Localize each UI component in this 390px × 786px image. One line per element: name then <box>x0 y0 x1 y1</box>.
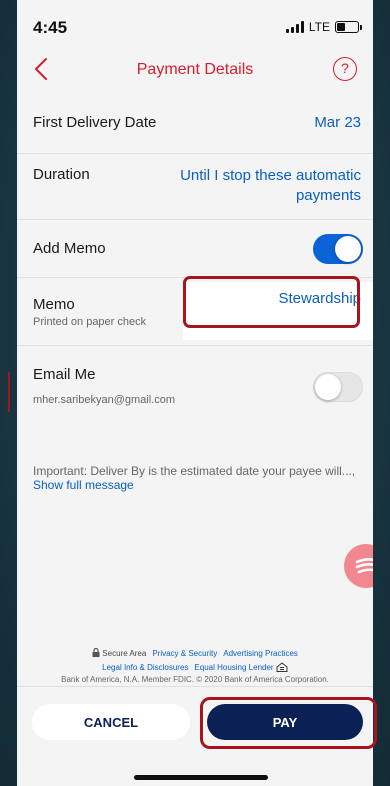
signal-icon <box>285 21 304 33</box>
duration-value-line2: payments <box>295 187 361 204</box>
question-circle-icon: ? <box>341 60 349 76</box>
phone-screen: 4:45 LTE Payment Details ? First Deliver… <box>17 0 373 786</box>
memo-sublabel: Printed on paper check <box>33 316 147 328</box>
network-type: LTE <box>308 20 330 34</box>
row-memo: Memo Printed on paper check Stewardship <box>17 278 373 346</box>
memo-label: Memo <box>33 296 75 313</box>
first-delivery-label: First Delivery Date <box>33 114 157 131</box>
privacy-security-link[interactable]: Privacy & Security <box>152 649 217 658</box>
add-memo-toggle[interactable] <box>313 234 363 264</box>
page-title: Payment Details <box>136 61 254 78</box>
home-indicator <box>134 775 268 780</box>
advertising-practices-link[interactable]: Advertising Practices <box>223 649 298 658</box>
duration-value[interactable]: Until I stop these automatic payments <box>180 166 361 206</box>
email-me-label: Email Me <box>33 366 96 383</box>
email-address: mher.saribekyan@gmail.com <box>33 394 175 406</box>
row-first-delivery-date[interactable]: First Delivery Date Mar 23 <box>17 92 373 154</box>
equal-housing-link[interactable]: Equal Housing Lender <box>194 662 288 672</box>
show-full-message-link[interactable]: Show full message <box>33 478 134 492</box>
secure-area: Secure Area <box>92 647 146 658</box>
row-email-me: Email Me mher.saribekyan@gmail.com <box>17 346 373 426</box>
footer-line-2: Legal Info & Disclosures Equal Housing L… <box>17 660 373 674</box>
first-delivery-value[interactable]: Mar 23 <box>314 114 361 131</box>
row-add-memo: Add Memo <box>17 220 373 278</box>
footer-line-1: Secure Area Privacy & Security Advertisi… <box>17 646 373 660</box>
important-notice: Important: Deliver By is the estimated d… <box>33 464 363 492</box>
toggle-knob <box>315 374 341 400</box>
navigation-bar: Payment Details ? <box>17 48 373 92</box>
legal-notice: Bank of America, N.A. Member FDIC. © 202… <box>61 675 329 684</box>
status-indicators: LTE <box>285 20 362 34</box>
action-bar: CANCEL PAY <box>17 686 373 786</box>
status-bar: 4:45 LTE <box>17 0 373 48</box>
add-memo-label: Add Memo <box>33 240 106 257</box>
toggle-knob <box>335 236 361 262</box>
email-me-toggle[interactable] <box>313 372 363 402</box>
duration-label: Duration <box>33 166 90 183</box>
help-button[interactable]: ? <box>333 57 357 81</box>
lock-icon <box>92 647 100 657</box>
status-time: 4:45 <box>33 18 68 37</box>
highlight-mark <box>8 372 10 412</box>
row-duration[interactable]: Duration Until I stop these automatic pa… <box>17 154 373 220</box>
payment-details-list: First Delivery Date Mar 23 Duration Unti… <box>17 92 373 680</box>
legal-info-link[interactable]: Legal Info & Disclosures <box>102 663 188 672</box>
battery-icon <box>335 21 362 33</box>
duration-value-line1: Until I stop these automatic <box>180 167 361 184</box>
footer: Secure Area Privacy & Security Advertisi… <box>17 646 373 684</box>
cancel-button[interactable]: CANCEL <box>32 704 190 740</box>
pay-button[interactable]: PAY <box>207 704 363 740</box>
chat-lines-icon <box>355 558 373 574</box>
important-text: Important: Deliver By is the estimated d… <box>33 464 356 478</box>
memo-input[interactable]: Stewardship <box>278 290 361 307</box>
house-icon <box>276 662 288 672</box>
